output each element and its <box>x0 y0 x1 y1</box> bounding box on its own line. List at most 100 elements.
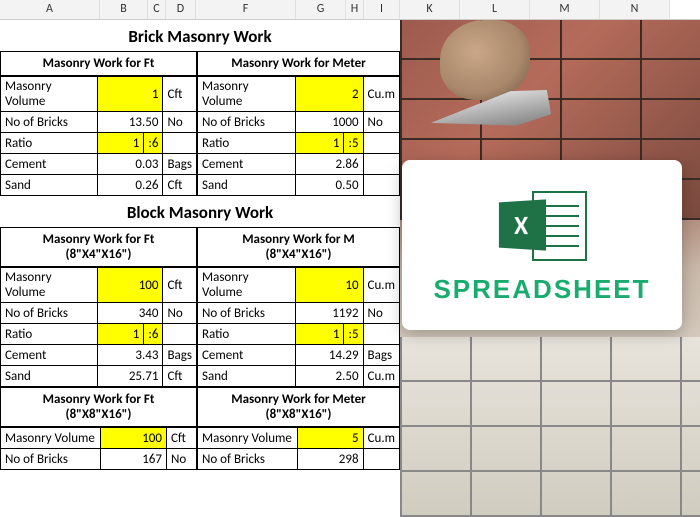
col-L[interactable]: L <box>460 0 530 19</box>
cell-unit[interactable]: Cu.m <box>363 366 399 387</box>
cell-unit[interactable]: Cft <box>163 268 197 303</box>
cell-label[interactable]: Cement <box>1 154 98 175</box>
cell-label[interactable]: Masonry Volume <box>198 77 296 112</box>
cell-value[interactable]: 100 <box>101 428 167 449</box>
cell-label[interactable]: No of Bricks <box>198 112 296 133</box>
cell-label[interactable]: Sand <box>1 175 98 196</box>
cell-label[interactable]: Sand <box>198 175 296 196</box>
cell-value[interactable]: 1 <box>98 133 144 154</box>
cell-unit[interactable]: Bags <box>163 154 197 175</box>
cell-unit[interactable] <box>363 449 399 470</box>
col-H[interactable]: H <box>346 0 364 19</box>
table-row: Ratio1:6 <box>1 324 197 345</box>
cell-unit[interactable]: No <box>163 303 197 324</box>
cell-label[interactable]: Masonry Volume <box>1 268 98 303</box>
cell-label[interactable]: No of Bricks <box>1 112 98 133</box>
cell-value[interactable]: 1000 <box>296 112 364 133</box>
cell-value[interactable]: 2.86 <box>296 154 364 175</box>
cell-label[interactable]: Masonry Volume <box>198 428 298 449</box>
cell-unit[interactable]: Bags <box>163 345 197 366</box>
col-N[interactable]: N <box>600 0 670 19</box>
column-headers: A B C D F G H I K L M N <box>0 0 700 20</box>
cell-value[interactable]: 14.29 <box>295 345 363 366</box>
cell-value[interactable]: 1 <box>296 133 344 154</box>
cell-unit[interactable]: Cu.m <box>363 428 399 449</box>
col-D[interactable]: D <box>166 0 196 19</box>
cell-label[interactable]: Sand <box>1 366 98 387</box>
cell-value[interactable]: 1 <box>295 324 344 345</box>
brick-title: Brick Masonry Work <box>0 20 400 51</box>
cell-unit[interactable]: Cft <box>163 366 197 387</box>
cell-label[interactable]: Cement <box>198 154 296 175</box>
cell-value[interactable]: 1 <box>98 77 163 112</box>
cell-unit[interactable] <box>163 133 197 154</box>
col-M[interactable]: M <box>530 0 600 19</box>
cell-label[interactable]: Masonry Volume <box>1 428 101 449</box>
cell-value[interactable]: 167 <box>101 449 167 470</box>
cell-value[interactable]: 1 <box>98 324 144 345</box>
spreadsheet-label: SPREADSHEET <box>433 274 650 305</box>
cell-unit[interactable]: No <box>363 303 399 324</box>
cell-value[interactable]: 2 <box>296 77 364 112</box>
cell-ratio2[interactable]: :5 <box>344 324 363 345</box>
cell-unit[interactable] <box>363 154 399 175</box>
block-ft-table: Masonry Volume100CftNo of Bricks340NoRat… <box>0 267 197 387</box>
brick-ft-table: Masonry Volume1CftNo of Bricks13.50NoRat… <box>0 76 197 196</box>
cell-label[interactable]: No of Bricks <box>198 303 296 324</box>
cell-unit[interactable] <box>163 324 197 345</box>
cell-unit[interactable]: Bags <box>363 345 399 366</box>
col-F[interactable]: F <box>196 0 296 19</box>
cell-unit[interactable]: No <box>363 112 399 133</box>
cell-value[interactable]: 1192 <box>295 303 363 324</box>
cell-label[interactable]: Cement <box>1 345 98 366</box>
cell-label[interactable]: Ratio <box>1 324 98 345</box>
cell-value[interactable]: 340 <box>98 303 163 324</box>
cell-value[interactable]: 100 <box>98 268 163 303</box>
col-B[interactable]: B <box>100 0 148 19</box>
col-K[interactable]: K <box>400 0 460 19</box>
cell-value[interactable]: 2.50 <box>295 366 363 387</box>
cell-unit[interactable] <box>363 324 399 345</box>
cell-unit[interactable] <box>363 175 399 196</box>
cell-label[interactable]: Masonry Volume <box>198 268 296 303</box>
cell-value[interactable]: 10 <box>295 268 363 303</box>
cell-label[interactable]: Ratio <box>1 133 98 154</box>
col-G[interactable]: G <box>296 0 346 19</box>
cell-label[interactable]: Cement <box>198 345 296 366</box>
cell-ratio2[interactable]: :6 <box>144 133 163 154</box>
cell-ratio2[interactable]: :6 <box>144 324 163 345</box>
cell-label[interactable]: No of Bricks <box>1 303 98 324</box>
cell-value[interactable]: 13.50 <box>98 112 163 133</box>
cell-value[interactable]: 5 <box>298 428 364 449</box>
cell-unit[interactable] <box>363 133 399 154</box>
cell-unit[interactable]: No <box>163 112 197 133</box>
table-row: Masonry Volume5Cu.m <box>198 428 400 449</box>
brick-m-header: Masonry Work for Meter <box>197 51 400 76</box>
cell-ratio2[interactable]: :5 <box>344 133 363 154</box>
cell-label[interactable]: Ratio <box>198 133 296 154</box>
cell-value[interactable]: 0.50 <box>296 175 364 196</box>
block-ft-table2: Masonry Volume100CftNo of Bricks167No <box>0 427 197 470</box>
cell-unit[interactable]: Cft <box>167 428 197 449</box>
cell-value[interactable]: 3.43 <box>98 345 163 366</box>
cell-unit[interactable]: Cft <box>163 175 197 196</box>
cell-label[interactable]: Masonry Volume <box>1 77 98 112</box>
cell-label[interactable]: Sand <box>198 366 296 387</box>
col-C[interactable]: C <box>148 0 166 19</box>
cell-unit[interactable]: Cu.m <box>363 268 399 303</box>
col-I[interactable]: I <box>364 0 400 19</box>
cell-unit[interactable]: No <box>167 449 197 470</box>
cell-value[interactable]: 0.03 <box>98 154 163 175</box>
brick-ft-header: Masonry Work for Ft <box>0 51 197 76</box>
table-row: No of Bricks340No <box>1 303 197 324</box>
cell-unit[interactable]: Cft <box>163 77 197 112</box>
table-row: No of Bricks167No <box>1 449 197 470</box>
cell-value[interactable]: 25.71 <box>98 366 163 387</box>
cell-value[interactable]: 0.26 <box>98 175 163 196</box>
cell-value[interactable]: 298 <box>298 449 364 470</box>
cell-label[interactable]: Ratio <box>198 324 296 345</box>
cell-unit[interactable]: Cu.m <box>363 77 399 112</box>
col-A[interactable]: A <box>0 0 100 19</box>
cell-label[interactable]: No of Bricks <box>1 449 101 470</box>
cell-label[interactable]: No of Bricks <box>198 449 298 470</box>
